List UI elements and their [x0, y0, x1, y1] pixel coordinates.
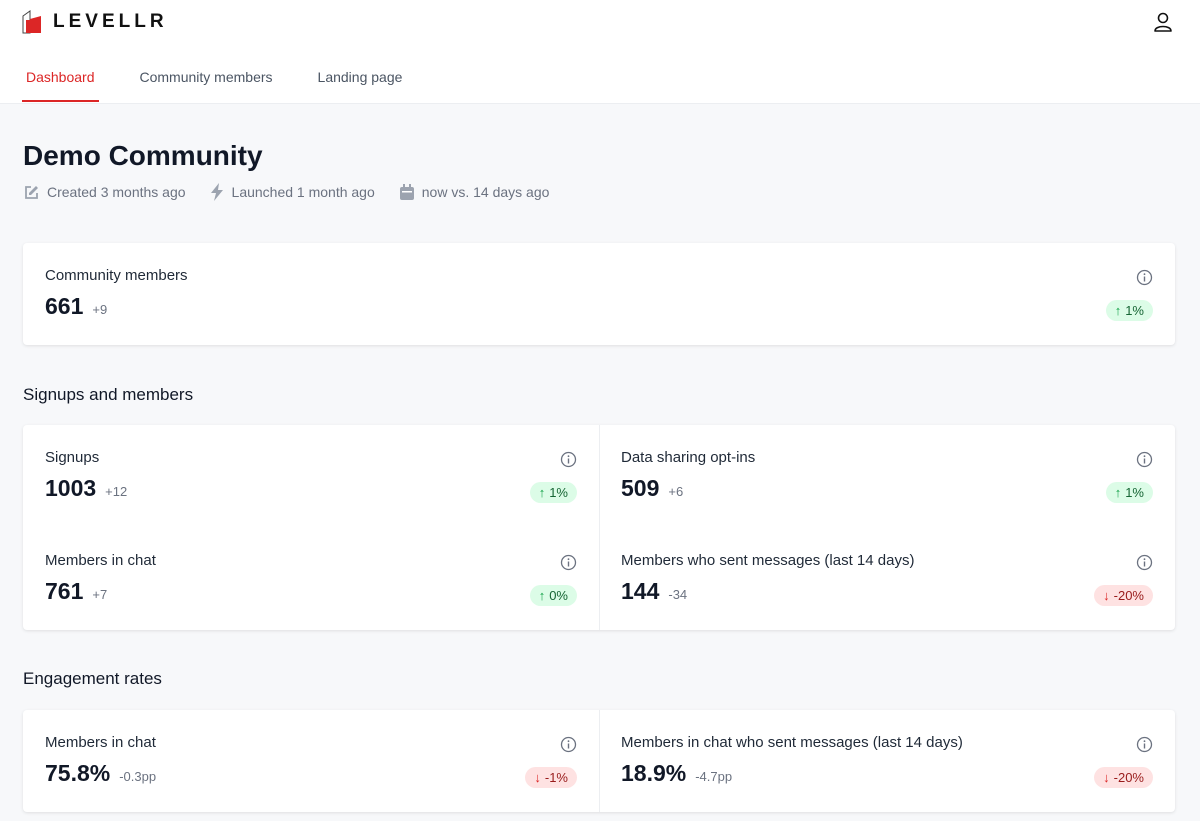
- top-header: LEVELLR Dashboard Community members Land…: [0, 0, 1200, 104]
- section-title: Engagement rates: [23, 669, 162, 688]
- meta-launched: Launched 1 month ago: [210, 183, 375, 201]
- info-icon[interactable]: [560, 451, 577, 473]
- community-members-card: Community members 661 +9 ↑ 1%: [23, 243, 1175, 345]
- stat-delta: -0.3pp: [119, 769, 157, 784]
- stat-value-row: 18.9% -4.7pp: [621, 760, 732, 787]
- engagement-rates-card: Members in chat 75.8% -0.3pp ↓ -1% Members …: [23, 710, 1175, 812]
- change-badge: ↓ -20%: [1094, 585, 1153, 606]
- stat-card: Members in chat 75.8% -0.3pp ↓ -1%: [23, 710, 599, 812]
- stat-value-row: 509 +6: [621, 475, 683, 502]
- meta-created: Created 3 months ago: [23, 183, 186, 201]
- info-icon[interactable]: [1136, 554, 1153, 576]
- arrow-up-icon: ↑: [1114, 303, 1122, 318]
- user-account-button[interactable]: [1152, 11, 1174, 38]
- stat-community-members: Community members 661 +9 ↑ 1%: [23, 243, 1175, 345]
- arrow-down-icon: ↓: [1103, 588, 1110, 603]
- user-icon: [1154, 12, 1172, 32]
- stat-value: 144: [621, 578, 660, 604]
- stat-value: 18.9%: [621, 760, 687, 786]
- calendar-icon: [399, 183, 414, 200]
- meta-period: now vs. 14 days ago: [399, 183, 549, 201]
- levellr-logo[interactable]: LEVELLR: [22, 10, 168, 34]
- stat-card: Signups 1003 +12 ↑ 1%: [23, 425, 599, 527]
- stat-label: Members who sent messages (last 14 days): [621, 552, 915, 569]
- tab-community-members[interactable]: Community members: [136, 66, 277, 103]
- signups-members-card: Signups 1003 +12 ↑ 1% Data sharing opt-ins …: [23, 425, 1175, 630]
- stat-card: Members who sent messages (last 14 days)…: [599, 528, 1175, 630]
- pencil-square-icon: [25, 185, 38, 199]
- main-tabs: Dashboard Community members Landing page: [22, 66, 443, 103]
- stat-label: Members in chat: [45, 552, 156, 569]
- stat-value-row: 1003 +12: [45, 475, 127, 502]
- info-icon[interactable]: [560, 554, 577, 576]
- stat-delta: -4.7pp: [695, 769, 733, 784]
- stat-card: Members in chat who sent messages (last …: [599, 710, 1175, 812]
- info-icon[interactable]: [1136, 451, 1153, 473]
- info-icon[interactable]: [1136, 269, 1153, 291]
- change-badge: ↑ 1%: [1105, 482, 1153, 503]
- arrow-up-icon: ↑: [538, 588, 546, 603]
- arrow-up-icon: ↑: [1114, 485, 1122, 500]
- stat-value-row: 761 +7: [45, 578, 107, 605]
- stat-value: 1003: [45, 475, 97, 501]
- arrow-down-icon: ↓: [1103, 770, 1110, 785]
- stat-value: 75.8%: [45, 760, 111, 786]
- stat-delta: -34: [668, 587, 688, 602]
- stat-value-row: 144 -34: [621, 578, 687, 605]
- brand-name: LEVELLR: [53, 11, 168, 32]
- stat-label: Members in chat: [45, 734, 156, 751]
- info-icon[interactable]: [560, 736, 577, 758]
- change-badge: ↓ -1%: [525, 767, 577, 788]
- stat-value-row: 661 +9: [45, 293, 107, 320]
- arrow-down-icon: ↓: [534, 770, 541, 785]
- stat-value: 509: [621, 475, 660, 501]
- tab-landing-page[interactable]: Landing page: [314, 66, 407, 103]
- change-badge: ↑ 0%: [529, 585, 577, 606]
- page-title: Demo Community: [23, 140, 263, 171]
- stat-value: 661: [45, 293, 84, 319]
- tab-dashboard[interactable]: Dashboard: [22, 66, 99, 103]
- change-badge: ↓ -20%: [1094, 767, 1153, 788]
- stat-label: Data sharing opt-ins: [621, 449, 756, 466]
- stat-delta: +7: [92, 587, 108, 602]
- stat-value: 761: [45, 578, 84, 604]
- stat-label: Community members: [45, 267, 188, 284]
- arrow-up-icon: ↑: [538, 485, 546, 500]
- page-meta: Created 3 months ago Launched 1 month ag…: [23, 183, 549, 201]
- section-title: Signups and members: [23, 385, 194, 404]
- stat-label: Signups: [45, 449, 100, 466]
- lightning-icon: [210, 183, 223, 201]
- stat-card: Data sharing opt-ins 509 +6 ↑ 1%: [599, 425, 1175, 527]
- change-badge: ↑ 1%: [1105, 300, 1153, 321]
- logo-icon: [22, 10, 41, 34]
- stat-value-row: 75.8% -0.3pp: [45, 760, 156, 787]
- info-icon[interactable]: [1136, 736, 1153, 758]
- stat-card: Members in chat 761 +7 ↑ 0%: [23, 528, 599, 630]
- stat-delta: +6: [668, 484, 684, 499]
- change-badge: ↑ 1%: [529, 482, 577, 503]
- stat-label: Members in chat who sent messages (last …: [621, 734, 963, 751]
- stat-delta: +9: [92, 302, 108, 317]
- stat-delta: +12: [105, 484, 128, 499]
